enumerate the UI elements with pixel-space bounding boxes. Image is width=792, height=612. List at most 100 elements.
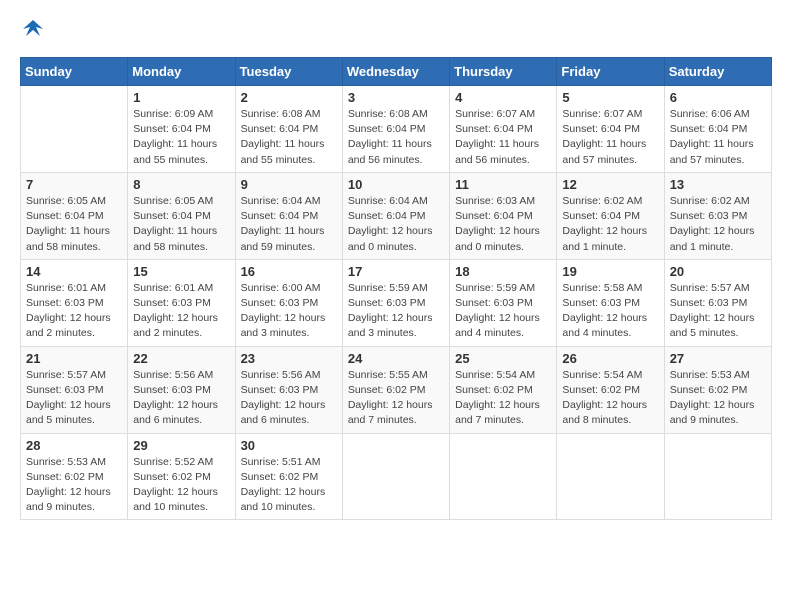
day-info: Sunrise: 6:08 AM Sunset: 6:04 PM Dayligh… [348, 107, 444, 168]
day-info: Sunrise: 5:56 AM Sunset: 6:03 PM Dayligh… [241, 368, 337, 429]
calendar-cell: 8 Sunrise: 6:05 AM Sunset: 6:04 PM Daylig… [128, 172, 235, 259]
calendar-week-2: 7 Sunrise: 6:05 AM Sunset: 6:04 PM Daylig… [21, 172, 772, 259]
day-info: Sunrise: 6:04 AM Sunset: 6:04 PM Dayligh… [241, 194, 337, 255]
day-info: Sunrise: 6:02 AM Sunset: 6:04 PM Dayligh… [562, 194, 658, 255]
day-info: Sunrise: 6:05 AM Sunset: 6:04 PM Dayligh… [26, 194, 122, 255]
day-number: 4 [455, 90, 551, 105]
day-info: Sunrise: 6:00 AM Sunset: 6:03 PM Dayligh… [241, 281, 337, 342]
calendar-cell: 28Sunrise: 5:53 AM Sunset: 6:02 PM Dayli… [21, 433, 128, 520]
day-number: 19 [562, 264, 658, 279]
day-number: 11 [455, 177, 551, 192]
day-info: Sunrise: 5:56 AM Sunset: 6:03 PM Dayligh… [133, 368, 229, 429]
day-info: Sunrise: 6:02 AM Sunset: 6:03 PM Dayligh… [670, 194, 766, 255]
day-info: Sunrise: 6:01 AM Sunset: 6:03 PM Dayligh… [133, 281, 229, 342]
day-number: 22 [133, 351, 229, 366]
day-number: 29 [133, 438, 229, 453]
day-info: Sunrise: 5:54 AM Sunset: 6:02 PM Dayligh… [562, 368, 658, 429]
calendar-cell: 18 Sunrise: 5:59 AM Sunset: 6:03 PM Dayli… [450, 259, 557, 346]
calendar-cell: 6 Sunrise: 6:06 AM Sunset: 6:04 PM Daylig… [664, 86, 771, 173]
day-number: 30 [241, 438, 337, 453]
day-number: 17 [348, 264, 444, 279]
logo-wing-icon [22, 18, 44, 45]
day-info: Sunrise: 5:59 AM Sunset: 6:03 PM Dayligh… [348, 281, 444, 342]
day-number: 25 [455, 351, 551, 366]
day-number: 3 [348, 90, 444, 105]
calendar-header-sunday: Sunday [21, 58, 128, 86]
calendar-cell [450, 433, 557, 520]
calendar-cell: 24Sunrise: 5:55 AM Sunset: 6:02 PM Dayli… [342, 346, 449, 433]
calendar-week-4: 21 Sunrise: 5:57 AM Sunset: 6:03 PM Dayli… [21, 346, 772, 433]
calendar-cell [664, 433, 771, 520]
day-info: Sunrise: 5:52 AM Sunset: 6:02 PM Dayligh… [133, 455, 229, 516]
day-info: Sunrise: 5:53 AM Sunset: 6:02 PM Dayligh… [670, 368, 766, 429]
day-info: Sunrise: 5:57 AM Sunset: 6:03 PM Dayligh… [26, 368, 122, 429]
day-number: 2 [241, 90, 337, 105]
calendar-table: SundayMondayTuesdayWednesdayThursdayFrid… [20, 57, 772, 520]
day-number: 7 [26, 177, 122, 192]
calendar-cell: 17 Sunrise: 5:59 AM Sunset: 6:03 PM Dayli… [342, 259, 449, 346]
day-number: 6 [670, 90, 766, 105]
day-info: Sunrise: 6:05 AM Sunset: 6:04 PM Dayligh… [133, 194, 229, 255]
day-number: 8 [133, 177, 229, 192]
calendar-header-row: SundayMondayTuesdayWednesdayThursdayFrid… [21, 58, 772, 86]
day-info: Sunrise: 5:55 AM Sunset: 6:02 PM Dayligh… [348, 368, 444, 429]
calendar-cell: 2 Sunrise: 6:08 AM Sunset: 6:04 PM Daylig… [235, 86, 342, 173]
day-number: 13 [670, 177, 766, 192]
calendar-header-monday: Monday [128, 58, 235, 86]
day-info: Sunrise: 6:03 AM Sunset: 6:04 PM Dayligh… [455, 194, 551, 255]
calendar-cell: 5 Sunrise: 6:07 AM Sunset: 6:04 PM Daylig… [557, 86, 664, 173]
day-info: Sunrise: 5:58 AM Sunset: 6:03 PM Dayligh… [562, 281, 658, 342]
calendar-cell: 12 Sunrise: 6:02 AM Sunset: 6:04 PM Dayli… [557, 172, 664, 259]
day-info: Sunrise: 6:01 AM Sunset: 6:03 PM Dayligh… [26, 281, 122, 342]
day-number: 14 [26, 264, 122, 279]
calendar-cell: 9 Sunrise: 6:04 AM Sunset: 6:04 PM Daylig… [235, 172, 342, 259]
day-number: 16 [241, 264, 337, 279]
calendar-cell: 30 Sunrise: 5:51 AM Sunset: 6:02 PM Dayli… [235, 433, 342, 520]
page-header [20, 20, 772, 47]
calendar-week-5: 28Sunrise: 5:53 AM Sunset: 6:02 PM Dayli… [21, 433, 772, 520]
day-number: 26 [562, 351, 658, 366]
calendar-cell: 23 Sunrise: 5:56 AM Sunset: 6:03 PM Dayli… [235, 346, 342, 433]
calendar-cell: 29 Sunrise: 5:52 AM Sunset: 6:02 PM Dayli… [128, 433, 235, 520]
calendar-header-saturday: Saturday [664, 58, 771, 86]
day-number: 20 [670, 264, 766, 279]
calendar-cell: 26 Sunrise: 5:54 AM Sunset: 6:02 PM Dayli… [557, 346, 664, 433]
calendar-cell: 15Sunrise: 6:01 AM Sunset: 6:03 PM Dayli… [128, 259, 235, 346]
day-info: Sunrise: 5:57 AM Sunset: 6:03 PM Dayligh… [670, 281, 766, 342]
calendar-cell: 22 Sunrise: 5:56 AM Sunset: 6:03 PM Dayli… [128, 346, 235, 433]
day-number: 27 [670, 351, 766, 366]
logo [20, 20, 44, 47]
day-info: Sunrise: 5:54 AM Sunset: 6:02 PM Dayligh… [455, 368, 551, 429]
calendar-cell: 14 Sunrise: 6:01 AM Sunset: 6:03 PM Dayli… [21, 259, 128, 346]
day-number: 1 [133, 90, 229, 105]
calendar-cell: 27 Sunrise: 5:53 AM Sunset: 6:02 PM Dayli… [664, 346, 771, 433]
calendar-week-1: 1 Sunrise: 6:09 AM Sunset: 6:04 PM Daylig… [21, 86, 772, 173]
day-info: Sunrise: 6:09 AM Sunset: 6:04 PM Dayligh… [133, 107, 229, 168]
day-number: 12 [562, 177, 658, 192]
calendar-cell: 25 Sunrise: 5:54 AM Sunset: 6:02 PM Dayli… [450, 346, 557, 433]
calendar-cell [557, 433, 664, 520]
day-info: Sunrise: 6:06 AM Sunset: 6:04 PM Dayligh… [670, 107, 766, 168]
day-number: 21 [26, 351, 122, 366]
calendar-cell: 1 Sunrise: 6:09 AM Sunset: 6:04 PM Daylig… [128, 86, 235, 173]
calendar-body: 1 Sunrise: 6:09 AM Sunset: 6:04 PM Daylig… [21, 86, 772, 520]
calendar-cell: 10Sunrise: 6:04 AM Sunset: 6:04 PM Dayli… [342, 172, 449, 259]
day-info: Sunrise: 6:08 AM Sunset: 6:04 PM Dayligh… [241, 107, 337, 168]
day-number: 10 [348, 177, 444, 192]
day-number: 18 [455, 264, 551, 279]
calendar-header-tuesday: Tuesday [235, 58, 342, 86]
day-number: 28 [26, 438, 122, 453]
day-number: 23 [241, 351, 337, 366]
day-number: 5 [562, 90, 658, 105]
calendar-cell [21, 86, 128, 173]
day-number: 9 [241, 177, 337, 192]
calendar-cell: 21 Sunrise: 5:57 AM Sunset: 6:03 PM Dayli… [21, 346, 128, 433]
calendar-header-thursday: Thursday [450, 58, 557, 86]
calendar-header-wednesday: Wednesday [342, 58, 449, 86]
day-info: Sunrise: 5:59 AM Sunset: 6:03 PM Dayligh… [455, 281, 551, 342]
calendar-week-3: 14 Sunrise: 6:01 AM Sunset: 6:03 PM Dayli… [21, 259, 772, 346]
day-info: Sunrise: 6:07 AM Sunset: 6:04 PM Dayligh… [562, 107, 658, 168]
calendar-cell: 20 Sunrise: 5:57 AM Sunset: 6:03 PM Dayli… [664, 259, 771, 346]
calendar-cell: 4Sunrise: 6:07 AM Sunset: 6:04 PM Daylig… [450, 86, 557, 173]
day-info: Sunrise: 5:51 AM Sunset: 6:02 PM Dayligh… [241, 455, 337, 516]
